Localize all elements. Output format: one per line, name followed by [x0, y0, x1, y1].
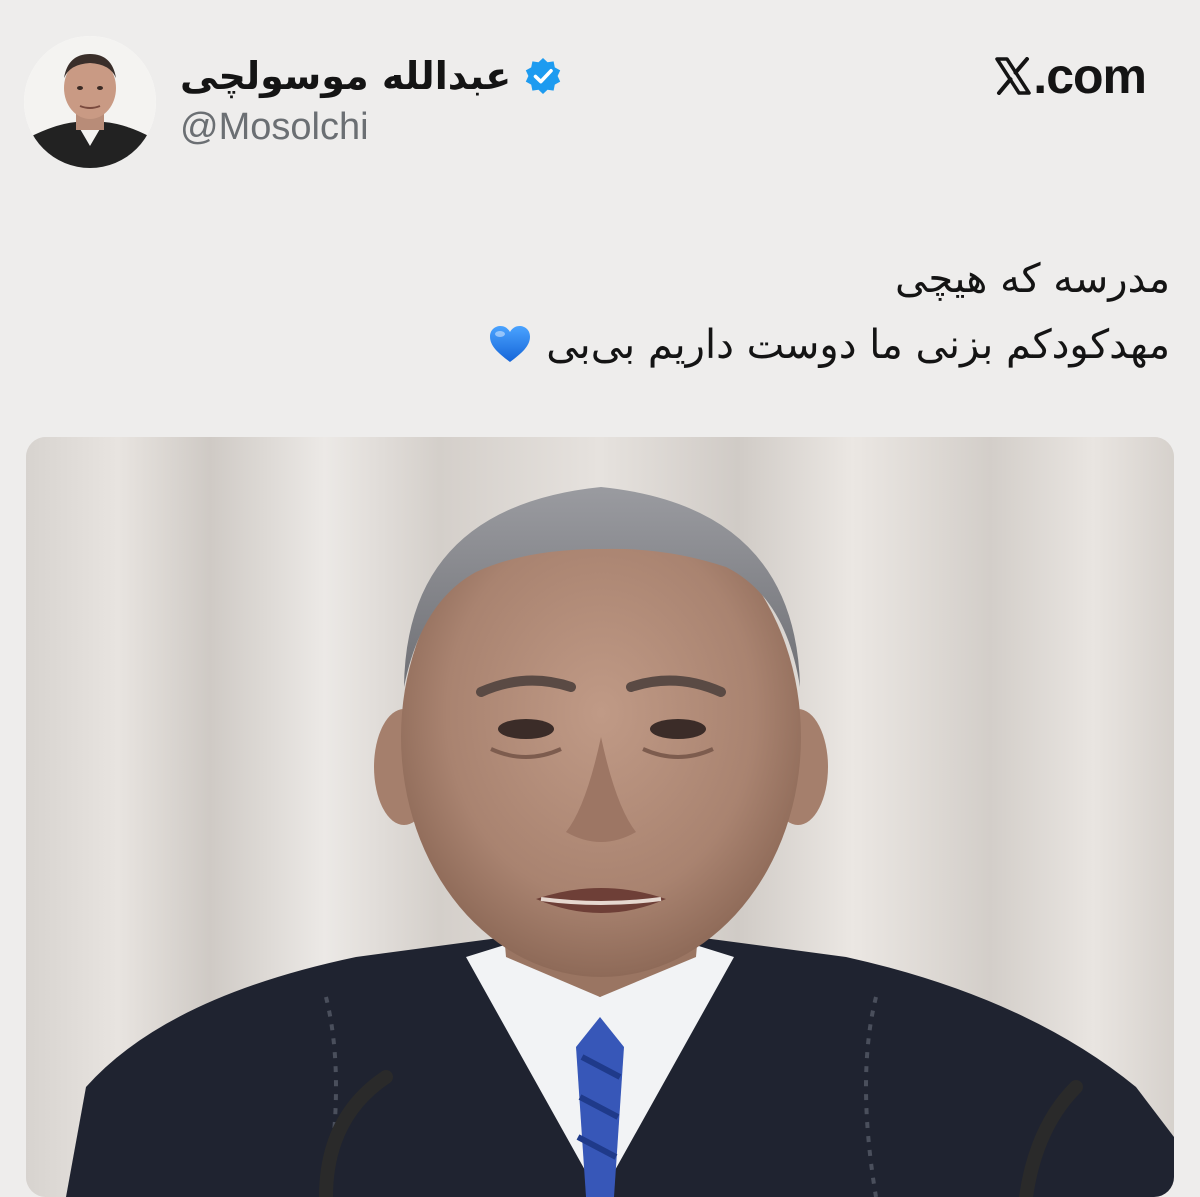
x-logo-icon: [995, 57, 1032, 95]
verified-badge-icon: [523, 56, 563, 96]
photo-of-man-in-suit: [26, 437, 1174, 1197]
author-display-name[interactable]: عبدالله موسولچی: [180, 54, 511, 98]
tweet-text-line-1: مدرسه که هیچی: [895, 256, 1170, 302]
blue-heart-icon: [488, 318, 532, 362]
tweet-text: مدرسه که هیچی مهدکودکم بزنی ما دوست داری…: [70, 246, 1170, 378]
brand-label: .com: [1033, 48, 1147, 104]
user-avatar-image: [24, 36, 156, 168]
tweet-media-photo[interactable]: [26, 437, 1174, 1197]
tweet-card: عبدالله موسولچی @Mosolchi .com مدرسه که …: [0, 0, 1200, 1197]
author-handle[interactable]: @Mosolchi: [180, 106, 369, 149]
brand-watermark: .com: [995, 48, 1147, 104]
tweet-text-line-2: مهدکودکم بزنی ما دوست داریم بی‌بی: [70, 312, 1170, 378]
author-name-row: عبدالله موسولچی: [180, 48, 563, 104]
tweet-text-line-2-content: مهدکودکم بزنی ما دوست داریم بی‌بی: [546, 322, 1170, 368]
avatar[interactable]: [24, 36, 156, 168]
